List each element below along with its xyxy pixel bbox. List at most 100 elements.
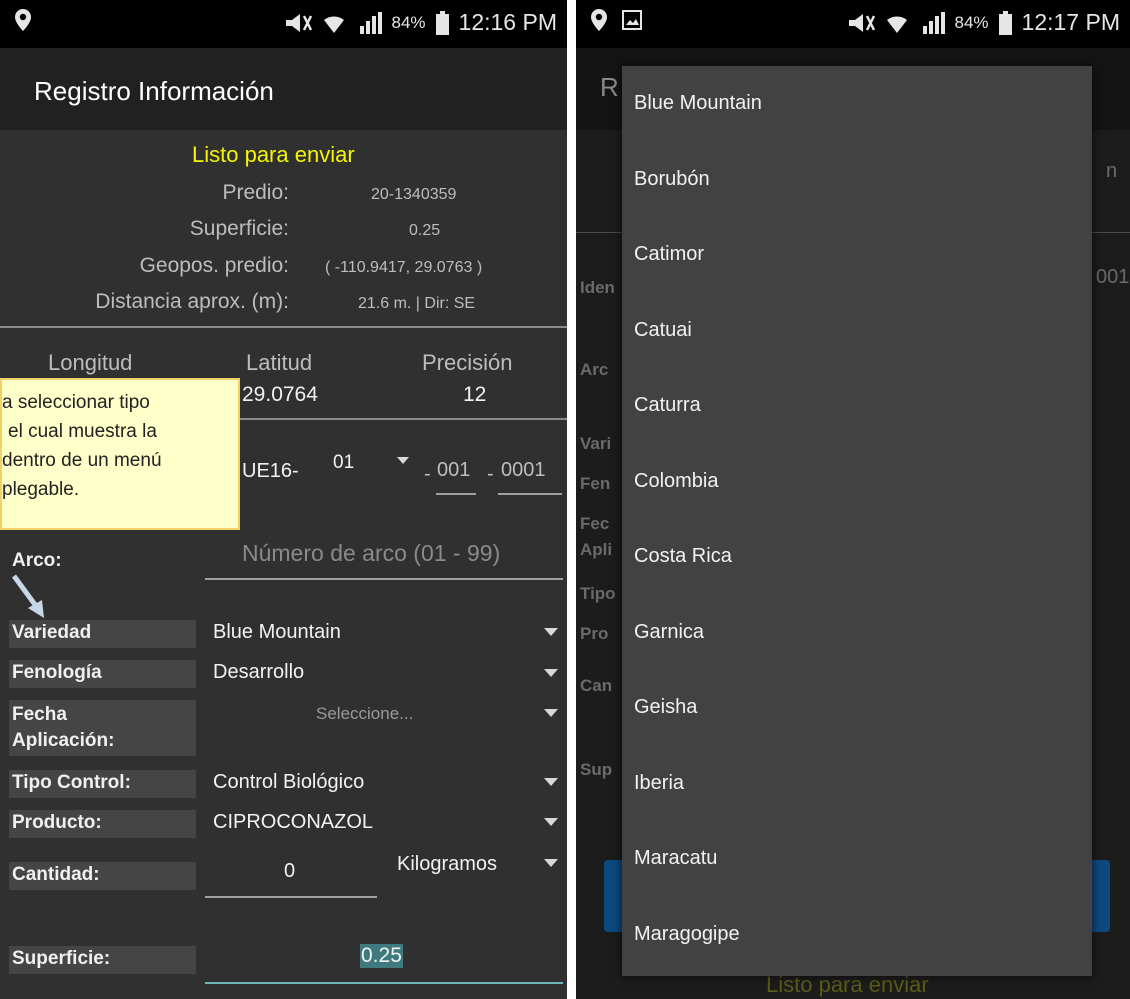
location-pin-icon — [591, 9, 607, 31]
signal-icon — [359, 11, 382, 34]
menu-item[interactable]: Caturra — [622, 368, 1092, 444]
info-value: ( -110.9417, 29.0763 ) — [325, 259, 483, 276]
mute-icon — [285, 13, 312, 32]
tipo-control-select[interactable]: Control Biológico — [213, 771, 364, 794]
tipo-control-caret-icon[interactable] — [544, 778, 558, 786]
mute-icon — [848, 13, 875, 32]
wifi-icon — [886, 15, 907, 33]
superficie-input[interactable]: 0.25 — [360, 944, 403, 968]
precision-header: Precisión — [422, 350, 513, 375]
identifier-field-2-underline — [436, 493, 476, 495]
callout-line: plegable. — [2, 479, 80, 500]
identifier-prefix: UE16- — [242, 460, 299, 482]
menu-item[interactable]: Colombia — [622, 444, 1092, 520]
menu-item[interactable]: Borubón — [622, 142, 1092, 218]
dimmed-text: 001 — [1096, 266, 1130, 288]
left-screen: 84% 12:16 PM Registro Información Listo … — [0, 0, 567, 999]
menu-item[interactable]: Geisha — [622, 670, 1092, 746]
dimmed-text: Apli — [580, 540, 613, 559]
dimmed-text: Pro — [580, 624, 609, 643]
variedad-caret-icon[interactable] — [544, 628, 558, 636]
superficie-input-underline — [205, 982, 563, 984]
app-title: Registro Información — [0, 48, 567, 130]
identifier-dash: - — [424, 463, 431, 485]
right-screen: 84% 12:17 PM R n Iden 001 Arc Vari Fen F… — [576, 0, 1130, 999]
arco-label: Arco: — [12, 550, 62, 571]
location-pin-icon — [15, 9, 31, 31]
dimmed-text: Can — [580, 676, 613, 695]
variedad-label: Variedad — [9, 620, 196, 648]
cantidad-label: Cantidad: — [9, 862, 196, 890]
latitude-header: Latitud — [246, 350, 313, 375]
dimmed-text: Vari — [580, 434, 612, 453]
longitude-header: Longitud — [48, 350, 133, 375]
menu-item[interactable]: Costa Rica — [622, 519, 1092, 595]
dimmed-title: R — [600, 72, 619, 102]
identifier-field-3[interactable]: 0001 — [501, 459, 546, 482]
fecha-label-line: Aplicación: — [12, 730, 115, 751]
cantidad-input[interactable]: 0 — [284, 860, 295, 883]
dimmed-text: Sup — [580, 760, 613, 779]
menu-item[interactable]: Blue Mountain — [622, 66, 1092, 142]
latitude-value: 29.0764 — [242, 383, 318, 406]
signal-icon — [922, 11, 945, 34]
clock: 12:16 PM — [458, 9, 557, 35]
info-label: Superficie: — [189, 217, 289, 240]
superficie-label: Superficie: — [9, 946, 196, 974]
fecha-label-line: Fecha — [12, 704, 67, 725]
unit-caret-icon[interactable] — [544, 859, 558, 867]
battery-icon — [435, 10, 449, 35]
fecha-caret-icon[interactable] — [544, 709, 558, 717]
wifi-icon — [323, 15, 344, 33]
menu-item[interactable]: Catuai — [622, 293, 1092, 369]
callout-line: el cual muestra la — [8, 421, 157, 442]
producto-label: Producto: — [9, 810, 196, 838]
cantidad-input-underline — [205, 896, 377, 898]
divider — [0, 326, 567, 328]
ready-status: Listo para enviar — [192, 142, 355, 167]
dimmed-text: Fen — [580, 474, 611, 493]
callout-line: a seleccionar tipo — [2, 392, 150, 413]
arco-input[interactable]: Número de arco (01 - 99) — [242, 540, 500, 567]
fenologia-label: Fenología — [9, 660, 196, 688]
precision-value: 12 — [463, 383, 487, 406]
battery-percent: 84% — [391, 12, 426, 32]
identifier-dash: - — [487, 463, 494, 485]
variedad-dropdown-menu: Blue Mountain Borubón Catimor Catuai Cat… — [622, 66, 1092, 976]
callout-arrow-icon — [11, 574, 44, 618]
variedad-select[interactable]: Blue Mountain — [213, 621, 341, 644]
battery-percent: 84% — [954, 12, 989, 32]
fenologia-select[interactable]: Desarrollo — [213, 661, 304, 684]
identifier-field-3-underline — [498, 493, 562, 495]
tipo-control-label: Tipo Control: — [9, 770, 196, 798]
fenologia-caret-icon[interactable] — [544, 669, 558, 677]
unit-select[interactable]: Kilogramos — [397, 853, 497, 876]
menu-item[interactable]: Catimor — [622, 217, 1092, 293]
dimmed-text: Arc — [580, 360, 609, 379]
dimmed-text: n — [1106, 160, 1118, 182]
fecha-label: Fecha Aplicación: — [9, 700, 196, 756]
menu-item[interactable]: Garnica — [622, 595, 1092, 671]
dimmed-text: Fec — [580, 514, 610, 533]
menu-item[interactable]: Iberia — [622, 746, 1092, 822]
menu-item[interactable]: Maragogipe — [622, 897, 1092, 973]
identifier-field-2[interactable]: 001 — [437, 459, 470, 482]
identifier-select-caret-icon[interactable] — [397, 457, 409, 464]
info-value: 21.6 m. | Dir: SE — [358, 295, 476, 312]
producto-caret-icon[interactable] — [544, 818, 558, 826]
identifier-select[interactable]: 01 — [333, 452, 354, 474]
arco-input-underline — [205, 578, 563, 580]
callout-line: dentro de un menú — [2, 450, 162, 471]
info-label: Geopos. predio: — [139, 254, 289, 277]
image-notification-icon — [622, 10, 642, 30]
menu-item[interactable]: Maracatu — [622, 821, 1092, 897]
callout-note: a seleccionar tipo el cual muestra la de… — [0, 378, 240, 530]
clock: 12:17 PM — [1021, 9, 1120, 35]
producto-select[interactable]: CIPROCONAZOL — [213, 811, 373, 834]
status-bar: 84% 12:17 PM — [576, 0, 1130, 48]
status-bar: 84% 12:16 PM — [0, 0, 567, 48]
dimmed-text: Iden — [580, 278, 615, 297]
fecha-select[interactable]: Seleccione... — [316, 704, 413, 724]
battery-icon — [998, 10, 1012, 35]
info-value: 20-1340359 — [371, 186, 457, 203]
